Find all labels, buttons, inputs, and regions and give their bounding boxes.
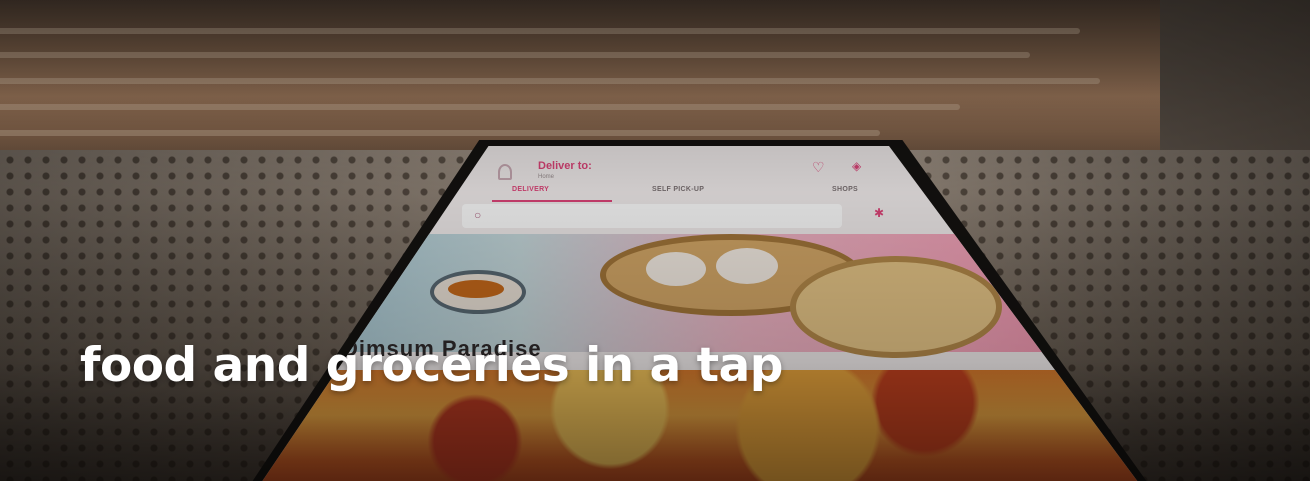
dimsum-steamer-lid bbox=[790, 256, 1002, 358]
tab-delivery[interactable]: DELIVERY bbox=[512, 186, 549, 193]
user-icon[interactable] bbox=[498, 164, 512, 180]
hero-headline: food and groceries in a tap bbox=[80, 338, 783, 393]
service-tabs: DELIVERY SELF PICK-UP SHOPS bbox=[482, 186, 922, 204]
heart-icon[interactable]: ♡ bbox=[812, 159, 825, 176]
search-input[interactable]: ○ bbox=[462, 204, 842, 228]
filter-icon[interactable]: ✱ bbox=[874, 206, 884, 220]
delivery-address[interactable]: Home bbox=[538, 174, 554, 180]
shopping-bag-icon[interactable]: ◈ bbox=[852, 159, 861, 173]
tab-self-pick-up[interactable]: SELF PICK-UP bbox=[652, 186, 704, 193]
deliver-to-label[interactable]: Deliver to: bbox=[538, 160, 592, 172]
tab-shops[interactable]: SHOPS bbox=[832, 186, 858, 193]
hero-section: Deliver to: Home ♡ ◈ DELIVERY SELF PICK-… bbox=[0, 0, 1310, 481]
search-icon: ○ bbox=[474, 208, 482, 222]
active-tab-indicator bbox=[492, 200, 612, 202]
sauce-bowl bbox=[430, 270, 526, 314]
